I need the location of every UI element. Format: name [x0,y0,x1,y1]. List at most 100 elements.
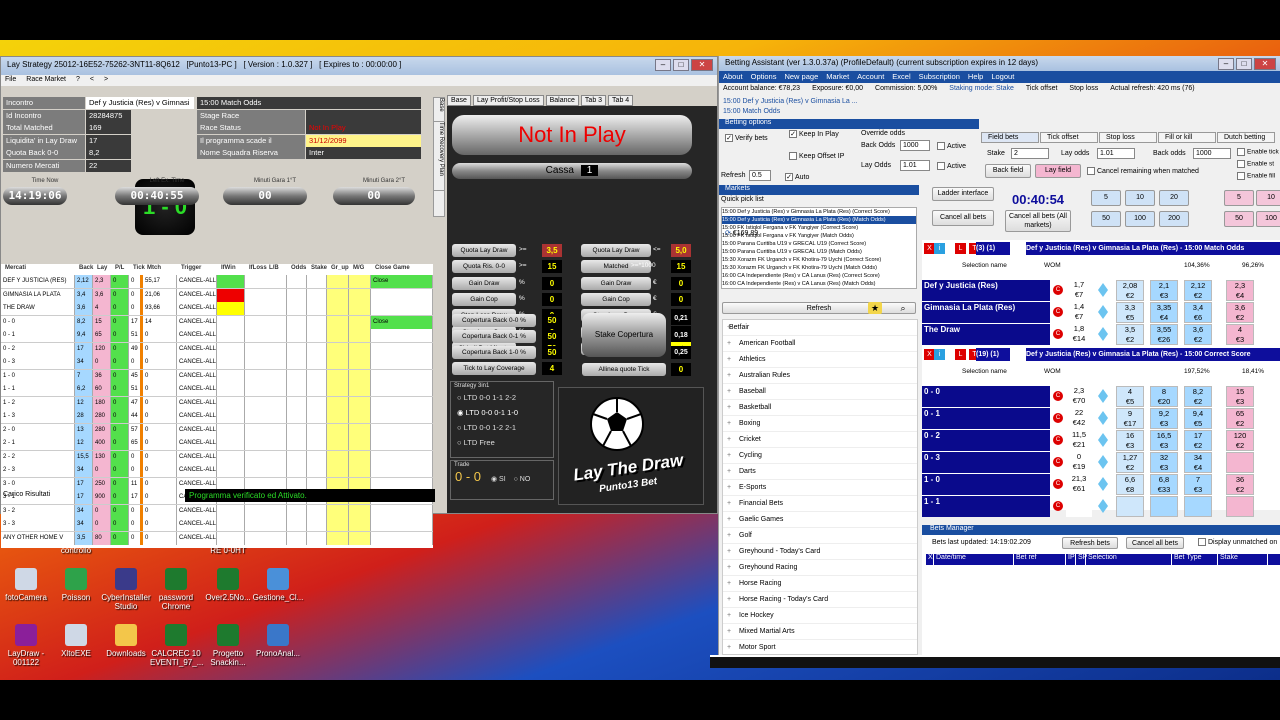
market-icon-button[interactable]: L [955,243,966,254]
display-unmatched-checkbox[interactable]: Display unmatched on [1198,538,1277,546]
field-tab[interactable]: Stop loss [1099,132,1157,143]
desktop-icon[interactable]: Downloads [100,624,152,658]
desktop-icon[interactable]: fotoCamera [0,568,52,602]
odds-cell[interactable]: 6,8 €33 [1150,474,1178,495]
enable-tick-checkbox[interactable]: Enable tick [1237,148,1279,156]
back-field-button[interactable]: Back field [985,164,1031,178]
menu-file[interactable]: File [5,76,16,85]
runner-name[interactable]: 0 - 0 [922,386,1050,407]
odds-cell[interactable]: 3,4 €6 [1184,302,1212,323]
odds-cell[interactable]: 1,27 €2 [1116,452,1144,473]
search-icon[interactable]: ⌕ [896,302,910,314]
odds-cell[interactable]: 2,1 €3 [1150,280,1178,301]
odds-cell[interactable]: 3,3 €5 [1116,302,1144,323]
runner-name[interactable]: 0 - 2 [922,430,1050,451]
desktop-icon[interactable]: PronoAnal... [252,624,304,658]
ba-close-icon[interactable]: ✕ [1254,58,1276,70]
table-row[interactable]: 1 - 1 6,2 60 0 51 0 CANCEL-ALL [1,383,433,397]
ba-menu-item[interactable]: Logout [991,72,1014,82]
stake-copertura-button[interactable]: Stake Copertura [582,313,666,357]
table-row[interactable]: 3 - 3 34 0 0 0 0 CANCEL-ALL [1,518,433,532]
desktop-icon[interactable]: CALCREC 10 EVENTI_97_... [150,624,203,667]
param-label[interactable]: Gain Draw [581,276,651,290]
ba-menu-item[interactable]: Excel [892,72,910,82]
sport-item[interactable]: Athletics [723,352,917,368]
stake-button-lay[interactable]: 100 [1256,211,1280,227]
odds-cell[interactable]: 6,6 €8 [1116,474,1144,495]
quick-pick-item[interactable]: 15:00 Def y Justicia (Res) v Gimnasia La… [722,208,916,216]
table-row[interactable]: 3 - 2 34 0 0 0 0 CANCEL-ALL [1,504,433,518]
ladder-interface-button[interactable]: Ladder interface [932,187,994,201]
lay-odds-input[interactable]: 1.01 [900,160,930,171]
minimize-icon[interactable]: – [655,59,671,71]
menu-race-market[interactable]: Race Market [26,76,66,85]
odds-cell[interactable] [1150,496,1178,517]
field-tab[interactable]: Field bets [981,132,1039,143]
odds-cell[interactable]: 3,5 €2 [1116,324,1144,345]
menu-prev[interactable]: < [90,76,94,85]
sport-item[interactable]: Baseball [723,384,917,400]
lay-field-button[interactable]: Lay field [1035,164,1081,178]
fb-back-odds-input[interactable]: 1000 [1193,148,1231,159]
sport-item[interactable]: Horse Racing - Today's Card [723,592,917,608]
field-tab[interactable]: Fill or kill [1158,132,1216,143]
back-odds-input[interactable]: 1000 [900,140,930,151]
sport-item[interactable]: Golf [723,528,917,544]
runner-red-icon[interactable]: C [1053,479,1063,489]
desktop-icon[interactable]: Poisson [50,568,102,602]
sport-item[interactable]: Greyhound Racing [723,560,917,576]
odds-cell[interactable]: 8 €20 [1150,386,1178,407]
param-label[interactable]: Quota Ris. 0-0 [452,260,516,274]
favourite-star-icon[interactable]: ★ [868,302,882,314]
stake-button[interactable]: 20 [1159,190,1189,206]
table-row[interactable]: DEF Y JUSTICIA (RES) 2,12 2,3 0 0 55,17 CANCEL… [1,275,433,289]
stake-button-lay[interactable]: 50 [1224,211,1254,227]
quick-pick-item[interactable]: 15:00 Parana Curitiba U19 v GRECAL U19 (… [722,240,916,248]
diamond-icon[interactable] [1098,477,1108,491]
keep-in-play-checkbox[interactable]: Keep In Play [789,130,839,138]
table-row[interactable]: 0 - 0 8,2 15 0 17 14 CANCEL-ALL Close [1,315,433,329]
tab-balance[interactable]: Balance [545,95,579,106]
table-row[interactable]: 0 - 1 9,4 65 0 51 0 CANCEL-ALL [1,329,433,343]
table-row[interactable]: 1 - 3 28 280 0 44 0 CANCEL-ALL [1,410,433,424]
ba-menu-item[interactable]: About [723,72,743,82]
table-row[interactable]: 1 - 2 12 180 0 47 0 CANCEL-ALL [1,396,433,410]
quick-pick-item[interactable]: 15:00 Parana Curitiba U19 v GRECAL U19 (… [722,248,916,256]
param-label[interactable]: Gain Cop [581,292,651,306]
sport-item[interactable]: Greyhound - Today's Card [723,544,917,560]
ba-menu-item[interactable]: Market [826,72,849,82]
cancel-all-markets-button[interactable]: Cancel all bets (All markets) [1005,210,1071,232]
tree-root-betfair[interactable]: Betfair [723,320,917,336]
stake-button[interactable]: 50 [1091,211,1121,227]
tab-4[interactable]: Tab 4 [608,95,634,106]
refresh-bets-button[interactable]: Refresh bets [1062,537,1118,549]
diamond-icon[interactable] [1098,433,1108,447]
tab-lay-profit[interactable]: Lay Profit/Stop Loss [472,95,544,106]
sport-item[interactable]: Mixed Martial Arts [723,624,917,640]
diamond-icon[interactable] [1098,305,1108,319]
table-row[interactable]: 1 - 0 7 36 0 45 0 CANCEL-ALL [1,369,433,383]
odds-cell[interactable]: 15 €3 [1226,386,1254,407]
odds-cell[interactable]: 65 €2 [1226,408,1254,429]
runner-red-icon[interactable]: C [1053,435,1063,445]
param-label[interactable]: Gain Draw [452,276,516,290]
odds-cell[interactable]: 17 €2 [1184,430,1212,451]
odds-cell[interactable]: 9 €17 [1116,408,1144,429]
table-row[interactable]: 0 - 2 17 120 0 49 0 CANCEL-ALL [1,342,433,356]
runner-name[interactable]: 1 - 1 [922,496,1050,517]
stake-input[interactable]: 2 [1011,148,1049,159]
maximize-icon[interactable]: □ [673,59,689,71]
ba-minimize-icon[interactable]: – [1218,58,1234,70]
ba-menu-item[interactable]: Options [751,72,777,82]
verify-bets-checkbox[interactable]: Verify bets [725,134,768,142]
table-row[interactable]: THE DRAW 3,6 4 0 0 93,66 CANCEL-ALL [1,302,433,316]
diamond-icon[interactable] [1098,455,1108,469]
odds-cell[interactable]: 8,2 €2 [1184,386,1212,407]
odds-cell[interactable]: 16,5 €3 [1150,430,1178,451]
coverage-label[interactable]: Copertura Back 0-1 % [452,330,536,343]
enable-fill-checkbox[interactable]: Enable fill [1237,172,1275,180]
strategy-option[interactable]: ○ LTD Free [451,435,553,450]
quick-pick-item[interactable]: 15:30 Xorazm FK Urganch v FK Khotira-79 … [722,264,916,272]
runner-name[interactable]: 0 - 1 [922,408,1050,429]
menu-next[interactable]: > [104,76,108,85]
